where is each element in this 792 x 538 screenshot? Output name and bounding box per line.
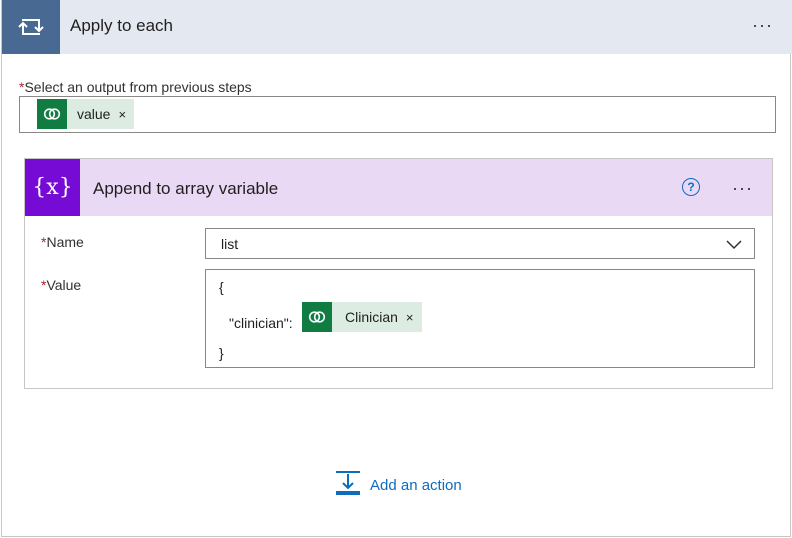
apply-to-each-header[interactable]: Apply to each ···: [2, 0, 792, 54]
clinician-token[interactable]: Clinician ×: [302, 302, 422, 332]
name-label: *Name: [41, 234, 84, 250]
more-options-icon[interactable]: ···: [752, 16, 773, 34]
more-options-icon[interactable]: ···: [732, 179, 753, 197]
select-output-field[interactable]: value ×: [19, 96, 776, 133]
remove-token-icon[interactable]: ×: [118, 107, 134, 122]
chevron-down-icon: [726, 237, 742, 255]
clinician-token-label: Clinician: [345, 309, 398, 325]
append-to-array-header[interactable]: {x} Append to array variable ? ···: [25, 159, 772, 216]
select-output-label-text: Select an output from previous steps: [24, 79, 252, 95]
append-to-array-title: Append to array variable: [93, 179, 279, 198]
name-dropdown[interactable]: list: [205, 228, 755, 259]
append-to-array-card: {x} Append to array variable ? ··· *Name…: [24, 158, 773, 389]
select-output-label: *Select an output from previous steps: [19, 79, 252, 95]
value-label: *Value: [41, 277, 81, 293]
close-brace: }: [219, 345, 224, 361]
apply-to-each-title: Apply to each: [70, 16, 174, 35]
value-editor[interactable]: { "clinician": Clinician × }: [205, 269, 755, 368]
name-label-text: Name: [46, 234, 84, 250]
value-token-label: value: [77, 106, 111, 122]
help-icon[interactable]: ?: [682, 178, 700, 196]
add-an-action-button[interactable]: Add an action: [335, 470, 462, 501]
name-dropdown-value: list: [221, 236, 239, 252]
add-action-icon: [335, 470, 361, 501]
remove-token-icon[interactable]: ×: [406, 310, 422, 325]
add-action-label: Add an action: [370, 477, 462, 494]
variable-icon: {x}: [25, 159, 80, 216]
loop-icon: [2, 0, 60, 54]
dataverse-icon: [302, 302, 332, 332]
apply-to-each-card: Apply to each ··· *Select an output from…: [1, 0, 792, 537]
dataverse-icon: [37, 99, 67, 129]
value-token[interactable]: value ×: [37, 99, 135, 129]
value-label-text: Value: [46, 277, 82, 293]
open-brace: {: [219, 279, 224, 295]
clinician-key: "clinician":: [229, 315, 293, 331]
